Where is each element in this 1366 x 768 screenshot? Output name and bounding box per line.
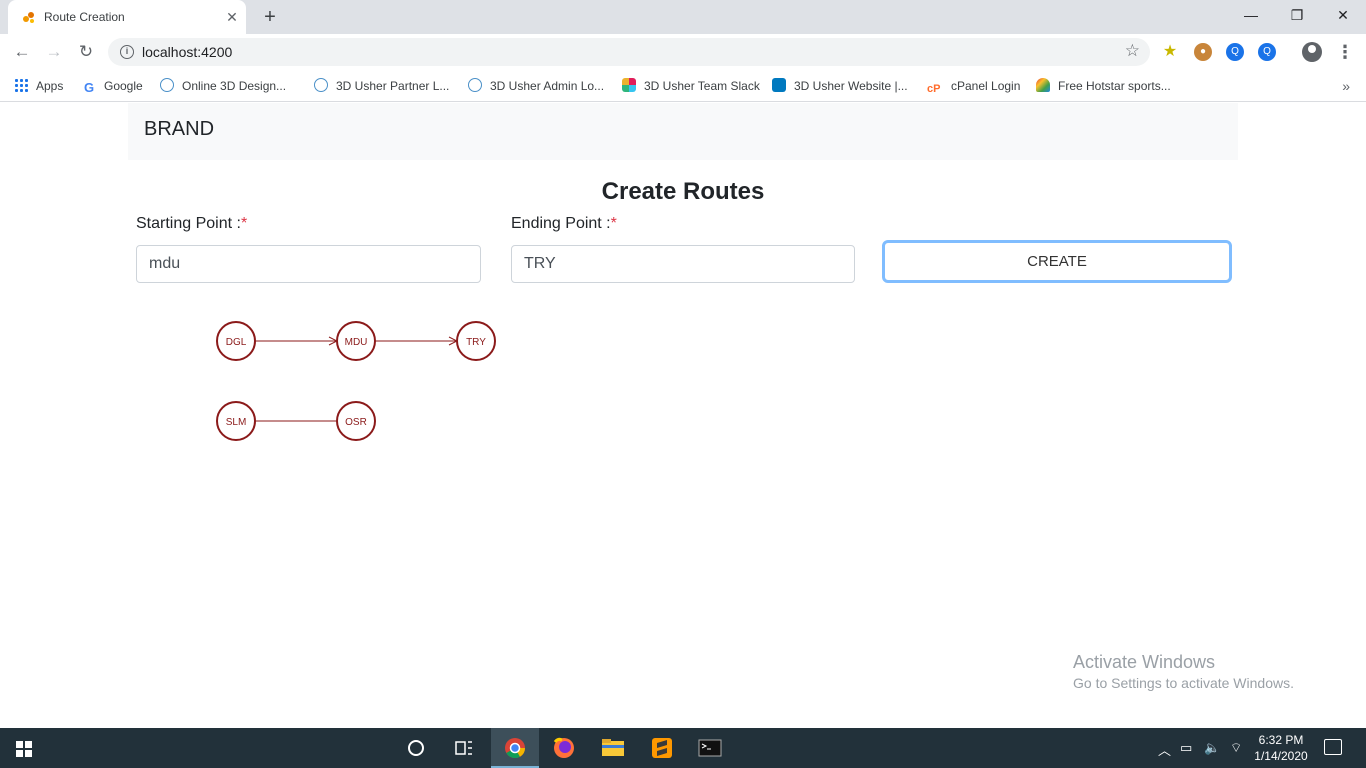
hotstar-icon xyxy=(1036,78,1050,92)
required-mark: * xyxy=(610,215,617,232)
bookmark-online-3d-design[interactable]: Online 3D Design... xyxy=(160,76,286,96)
route-node-label: DGL xyxy=(226,337,247,348)
bookmark-apps[interactable]: Apps xyxy=(14,76,63,96)
taskbar-firefox[interactable] xyxy=(540,728,588,768)
activate-windows-watermark: Activate Windows Go to Settings to activ… xyxy=(1073,652,1294,691)
close-window-button[interactable]: ✕ xyxy=(1320,0,1366,30)
clock-time: 6:32 PM xyxy=(1258,733,1304,747)
page-title: Create Routes xyxy=(601,178,765,205)
cpanel-icon: cP xyxy=(927,83,941,95)
show-hidden-icons-icon[interactable]: ︿ xyxy=(1158,740,1171,759)
forward-arrow-icon[interactable]: → xyxy=(41,39,67,65)
address-bar[interactable]: i localhost:4200 ☆ xyxy=(108,38,1150,66)
site-info-icon[interactable]: i xyxy=(120,45,134,59)
ending-point-input[interactable]: TRY xyxy=(511,245,855,283)
google-icon: G xyxy=(83,80,95,95)
url-text: localhost:4200 xyxy=(142,44,233,60)
cortana-circle-icon xyxy=(408,740,424,756)
required-mark: * xyxy=(240,215,248,232)
bookmarks-overflow-icon[interactable]: » xyxy=(1342,76,1350,96)
route-node-label: SLM xyxy=(226,417,247,428)
back-arrow-icon[interactable]: ← xyxy=(9,39,35,65)
browser-tab[interactable]: Route Creation ✕ xyxy=(8,0,246,34)
cookie-extension-icon[interactable]: ● xyxy=(1194,43,1212,61)
route-node-label: MDU xyxy=(345,337,368,348)
browser-tab-bar: Route Creation ✕ + — ❐ ✕ xyxy=(0,0,1366,34)
search-extension-icon[interactable]: Q xyxy=(1226,43,1244,61)
clock-date: 1/14/2020 xyxy=(1254,749,1308,763)
route-node-mdu[interactable]: MDU xyxy=(336,321,376,361)
tab-title: Route Creation xyxy=(44,10,125,24)
taskbar-file-explorer[interactable] xyxy=(589,728,637,768)
windows-taskbar: ︿ ▭ 🔈 ⌔ 6:32 PM 1/14/2020 xyxy=(0,728,1366,768)
3d-usher-icon xyxy=(468,78,482,92)
route-node-slm[interactable]: SLM xyxy=(216,401,256,441)
bookmarks-bar: Apps G Google Online 3D Design... 3D Ushe… xyxy=(0,70,1366,102)
firefox-icon xyxy=(553,737,574,758)
watermark-title: Activate Windows xyxy=(1073,652,1216,672)
bookmark-star-icon[interactable]: ☆ xyxy=(1125,41,1140,61)
minimize-button[interactable]: — xyxy=(1228,0,1274,30)
app-navbar: BRAND xyxy=(128,103,1238,160)
folder-icon xyxy=(602,739,624,756)
route-node-dgl[interactable]: DGL xyxy=(216,321,256,361)
reload-icon[interactable]: ↻ xyxy=(73,39,99,65)
cortana-button[interactable] xyxy=(392,728,440,768)
bookmark-google[interactable]: G Google xyxy=(82,76,143,96)
trello-icon xyxy=(772,78,786,92)
angular-favicon-icon xyxy=(23,12,34,23)
route-node-osr[interactable]: OSR xyxy=(336,401,376,441)
volume-icon[interactable]: 🔈 xyxy=(1204,740,1220,756)
route-node-label: OSR xyxy=(345,417,367,428)
bookmark-free-hotstar[interactable]: Free Hotstar sports... xyxy=(1036,76,1171,96)
search-extension-2-icon[interactable]: Q xyxy=(1258,43,1276,61)
bookmark-3d-usher-admin[interactable]: 3D Usher Admin Lo... xyxy=(468,76,604,96)
notifications-icon[interactable] xyxy=(1324,739,1342,755)
sublime-text-icon xyxy=(652,738,672,758)
battery-icon[interactable]: ▭ xyxy=(1180,740,1192,756)
taskbar-chrome[interactable] xyxy=(491,728,539,768)
create-button[interactable]: CREATE xyxy=(882,240,1232,283)
extension-star-icon[interactable]: ★ xyxy=(1161,43,1179,61)
terminal-icon xyxy=(698,739,722,757)
route-node-try[interactable]: TRY xyxy=(456,321,496,361)
browser-toolbar: ← → ↻ i localhost:4200 ☆ ★ ● Q Q ⋮ xyxy=(0,34,1366,70)
taskbar-sublime-text[interactable] xyxy=(638,728,686,768)
bookmark-3d-usher-partner[interactable]: 3D Usher Partner L... xyxy=(314,76,449,96)
task-view-button[interactable] xyxy=(440,728,488,768)
slack-icon xyxy=(622,78,636,92)
3d-usher-icon xyxy=(314,78,328,92)
taskbar-clock[interactable]: 6:32 PM 1/14/2020 xyxy=(1248,732,1314,764)
bookmark-cpanel-login[interactable]: cP cPanel Login xyxy=(927,76,1020,96)
task-view-icon xyxy=(455,741,472,755)
starting-point-input[interactable]: mdu xyxy=(136,245,481,283)
browser-menu-icon[interactable]: ⋮ xyxy=(1336,40,1354,64)
tab-close-icon[interactable]: ✕ xyxy=(224,9,240,25)
brand-logo[interactable]: BRAND xyxy=(144,118,214,141)
watermark-subtitle: Go to Settings to activate Windows. xyxy=(1073,675,1294,691)
chrome-icon xyxy=(505,738,526,759)
profile-avatar-icon[interactable] xyxy=(1302,42,1322,62)
ending-point-label: Ending Point :* xyxy=(511,215,617,232)
new-tab-button[interactable]: + xyxy=(258,6,282,30)
bookmark-3d-usher-slack[interactable]: 3D Usher Team Slack xyxy=(622,76,760,96)
restore-button[interactable]: ❐ xyxy=(1274,0,1320,30)
windows-logo-icon xyxy=(16,741,32,757)
route-node-label: TRY xyxy=(466,337,486,348)
starting-point-label: Starting Point :* xyxy=(136,215,248,232)
network-icon[interactable]: ⌔ xyxy=(1230,740,1242,756)
start-button[interactable] xyxy=(0,728,48,768)
3d-usher-icon xyxy=(160,78,174,92)
apps-grid-icon xyxy=(14,78,28,92)
bookmark-3d-usher-website[interactable]: 3D Usher Website |... xyxy=(772,76,908,96)
taskbar-terminal[interactable] xyxy=(686,728,734,768)
